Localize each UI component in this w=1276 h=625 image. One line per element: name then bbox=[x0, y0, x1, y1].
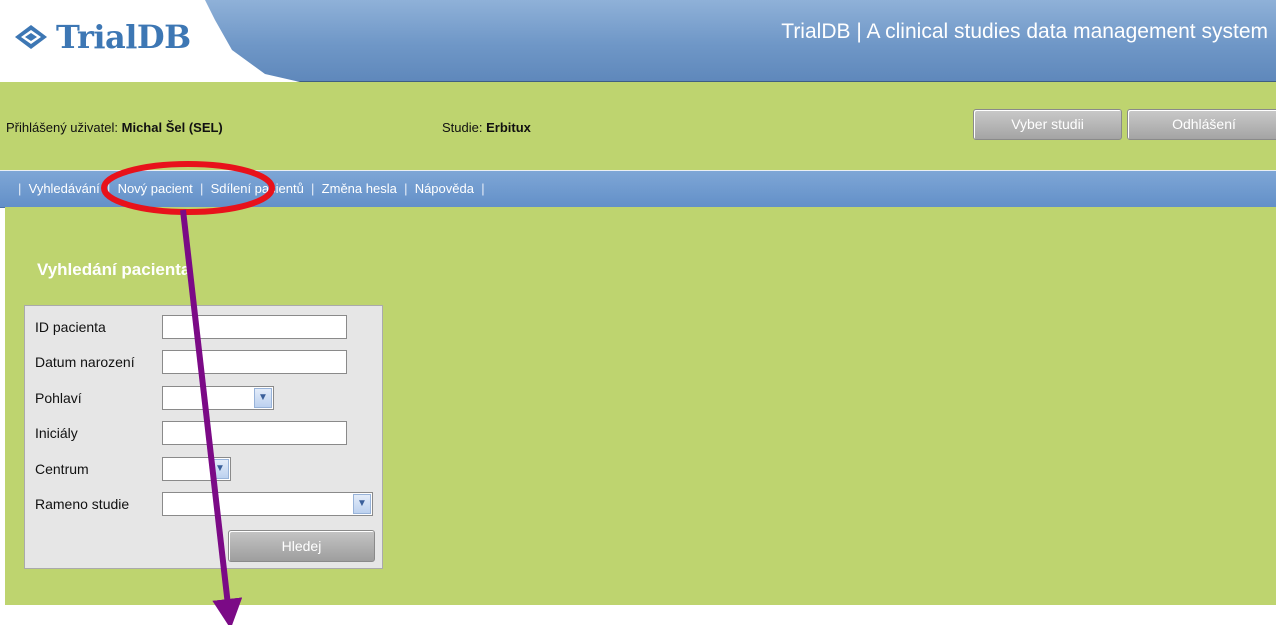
main-content: Vyhledání pacienta ID pacienta Datum nar… bbox=[5, 207, 1276, 605]
app-title: TrialDB | A clinical studies data manage… bbox=[781, 20, 1268, 43]
nav-separator: | bbox=[199, 181, 204, 196]
field-label-center: Centrum bbox=[35, 461, 89, 477]
nav-separator: | bbox=[404, 181, 408, 196]
user-bar: Přihlášený uživatel: Michal Šel (SEL) St… bbox=[0, 82, 1276, 170]
study-arm-select[interactable]: ▼ bbox=[162, 492, 373, 516]
main-nav: | Vyhledávání | Nový pacient | Sdílení p… bbox=[0, 170, 1276, 208]
chevron-down-icon[interactable]: ▼ bbox=[211, 459, 229, 479]
search-button[interactable]: Hledej bbox=[228, 530, 375, 562]
select-study-button[interactable]: Vyber studii bbox=[973, 109, 1122, 140]
nav-row: | Vyhledávání | Nový pacient | Sdílení p… bbox=[18, 181, 485, 196]
diamond-logo-icon bbox=[15, 25, 47, 49]
field-label-patient-id: ID pacienta bbox=[35, 319, 106, 335]
nav-item-search[interactable]: Vyhledávání bbox=[29, 181, 100, 196]
logged-in-user: Přihlášený uživatel: Michal Šel (SEL) bbox=[6, 120, 223, 135]
field-label-birth-date: Datum narození bbox=[35, 354, 135, 370]
birth-date-input[interactable] bbox=[162, 350, 347, 374]
nav-item-share-patients[interactable]: Sdílení pacientů bbox=[211, 181, 304, 196]
center-select[interactable]: ▼ bbox=[162, 457, 231, 481]
field-label-initials: Iniciály bbox=[35, 425, 78, 441]
chevron-down-icon[interactable]: ▼ bbox=[353, 494, 371, 514]
nav-item-help[interactable]: Nápověda bbox=[415, 181, 474, 196]
study-value: Erbitux bbox=[486, 120, 531, 135]
nav-separator: | bbox=[106, 181, 111, 196]
app-logo[interactable]: TrialDB bbox=[14, 18, 191, 56]
nav-separator: | bbox=[18, 181, 22, 196]
search-form: ID pacienta Datum narození Pohlaví ▼ Ini… bbox=[24, 305, 383, 569]
user-label: Přihlášený uživatel: bbox=[6, 120, 122, 135]
chevron-down-icon[interactable]: ▼ bbox=[254, 388, 272, 408]
nav-separator: | bbox=[311, 181, 315, 196]
logout-button[interactable]: Odhlášení bbox=[1127, 109, 1276, 140]
page-title: Vyhledání pacienta bbox=[37, 260, 191, 279]
nav-separator: | bbox=[481, 181, 485, 196]
study-label: Studie: bbox=[442, 120, 487, 135]
field-label-sex: Pohlaví bbox=[35, 390, 82, 406]
nav-item-new-patient[interactable]: Nový pacient bbox=[118, 181, 193, 196]
user-value: Michal Šel (SEL) bbox=[121, 120, 223, 135]
current-study: Studie: Erbitux bbox=[442, 120, 531, 135]
field-label-study-arm: Rameno studie bbox=[35, 496, 130, 512]
logo-text: TrialDB bbox=[56, 18, 191, 56]
initials-input[interactable] bbox=[162, 421, 347, 445]
sex-select[interactable]: ▼ bbox=[162, 386, 274, 410]
nav-item-change-password[interactable]: Změna hesla bbox=[322, 181, 397, 196]
patient-id-input[interactable] bbox=[162, 315, 347, 339]
